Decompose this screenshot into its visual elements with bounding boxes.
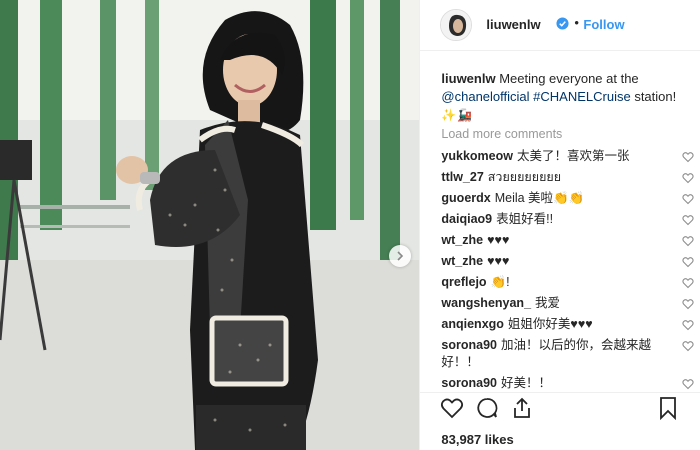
comment-username[interactable]: daiqiao9 — [441, 212, 492, 226]
comment-username[interactable]: wt_zhe — [441, 233, 483, 247]
caption-username[interactable]: liuwenlw — [441, 71, 495, 86]
comment-text: 好美！！ — [501, 376, 552, 390]
like-comment-heart-icon[interactable] — [682, 235, 695, 247]
comment-row: wt_zhe ♥♥♥ — [441, 232, 696, 249]
avatar-image — [441, 10, 472, 40]
like-comment-heart-icon[interactable] — [682, 298, 695, 310]
comment-text: 表姐好看!! — [496, 212, 554, 226]
comment-row: yukkomeow 太美了！喜欢第一张 — [441, 148, 696, 165]
like-comment-heart-icon[interactable] — [682, 214, 695, 226]
like-comment-heart-icon[interactable] — [682, 256, 695, 268]
verified-badge-icon — [556, 17, 569, 30]
chevron-right-icon — [397, 251, 404, 261]
comment-text: ♥♥♥ — [487, 233, 510, 247]
comment-username[interactable]: wangshenyan_ — [441, 296, 531, 310]
comment-row: ttlw_27 สวยยยยยยยย — [441, 169, 696, 186]
comment-username[interactable]: sorona90 — [441, 338, 497, 352]
post-header: liuwenlw • Follow — [420, 0, 700, 51]
like-comment-heart-icon[interactable] — [682, 193, 695, 205]
like-comment-heart-icon[interactable] — [682, 151, 695, 163]
comment-username[interactable]: yukkomeow — [441, 149, 513, 163]
comment-username[interactable]: sorona90 — [441, 376, 497, 390]
comment-text: ♥♥♥ — [487, 254, 510, 268]
like-comment-heart-icon[interactable] — [682, 378, 695, 390]
bookmark-icon[interactable] — [656, 396, 680, 420]
caption-text-end: station! — [630, 89, 677, 104]
comment-text: Meila 美啦👏👏 — [494, 191, 585, 205]
comment-row: sorona90 加油！以后的你，会越来越好！！ — [441, 337, 696, 371]
comments-list: yukkomeow 太美了！喜欢第一张 ttlw_27 สวยยยยยยยย guoer… — [441, 148, 696, 396]
share-icon[interactable] — [510, 396, 534, 420]
caption-text: Meeting everyone at the — [495, 71, 639, 86]
comment-bubble-icon[interactable] — [475, 396, 499, 420]
action-bar — [420, 392, 700, 423]
comment-text: 👏! — [490, 275, 510, 289]
comment-text: สวยยยยยยยย — [487, 170, 562, 184]
heart-icon[interactable] — [440, 396, 464, 420]
likes-count[interactable]: 83,987 likes — [441, 432, 513, 447]
comment-text: 我爱 — [535, 296, 561, 310]
header-username[interactable]: liuwenlw — [486, 17, 540, 32]
next-photo-button[interactable] — [389, 245, 411, 267]
like-comment-heart-icon[interactable] — [682, 319, 695, 331]
comment-row: qreflejo 👏! — [441, 274, 696, 291]
comment-row: daiqiao9 表姐好看!! — [441, 211, 696, 228]
comment-row: guoerdx Meila 美啦👏👏 — [441, 190, 696, 207]
caption-mention[interactable]: @chanelofficial — [441, 89, 529, 104]
post-sidebar: liuwenlw • Follow liuwenlw Meeting every… — [419, 0, 700, 450]
photo-illustration — [0, 0, 420, 450]
instagram-post: liuwenlw • Follow liuwenlw Meeting every… — [0, 0, 700, 450]
like-comment-heart-icon[interactable] — [682, 277, 695, 289]
like-comment-heart-icon[interactable] — [682, 340, 695, 352]
comment-row: anqienxgo 姐姐你好美♥♥♥ — [441, 316, 696, 333]
comment-row: sorona90 好美！！ — [441, 375, 696, 392]
like-comment-heart-icon[interactable] — [682, 172, 695, 184]
comment-username[interactable]: qreflejo — [441, 275, 486, 289]
comment-username[interactable]: anqienxgo — [441, 317, 504, 331]
separator-dot: • — [574, 15, 579, 30]
comment-username[interactable]: ttlw_27 — [441, 170, 483, 184]
caption-emoji: ✨🚂 — [441, 108, 474, 122]
follow-button[interactable]: Follow — [583, 17, 624, 32]
avatar[interactable] — [440, 9, 473, 41]
post-photo[interactable] — [0, 0, 420, 450]
comment-username[interactable]: guoerdx — [441, 191, 490, 205]
comment-text: 姐姐你好美♥♥♥ — [507, 317, 593, 331]
comment-text: 太美了！喜欢第一张 — [516, 149, 630, 163]
caption-hashtag[interactable]: #CHANELCruise — [533, 89, 631, 104]
comment-row: wangshenyan_ 我爱 — [441, 295, 696, 312]
comment-row: wt_zhe ♥♥♥ — [441, 253, 696, 270]
post-caption: liuwenlw Meeting everyone at the @chanel… — [441, 70, 686, 124]
comment-username[interactable]: wt_zhe — [441, 254, 483, 268]
load-more-comments[interactable]: Load more comments — [441, 127, 562, 141]
